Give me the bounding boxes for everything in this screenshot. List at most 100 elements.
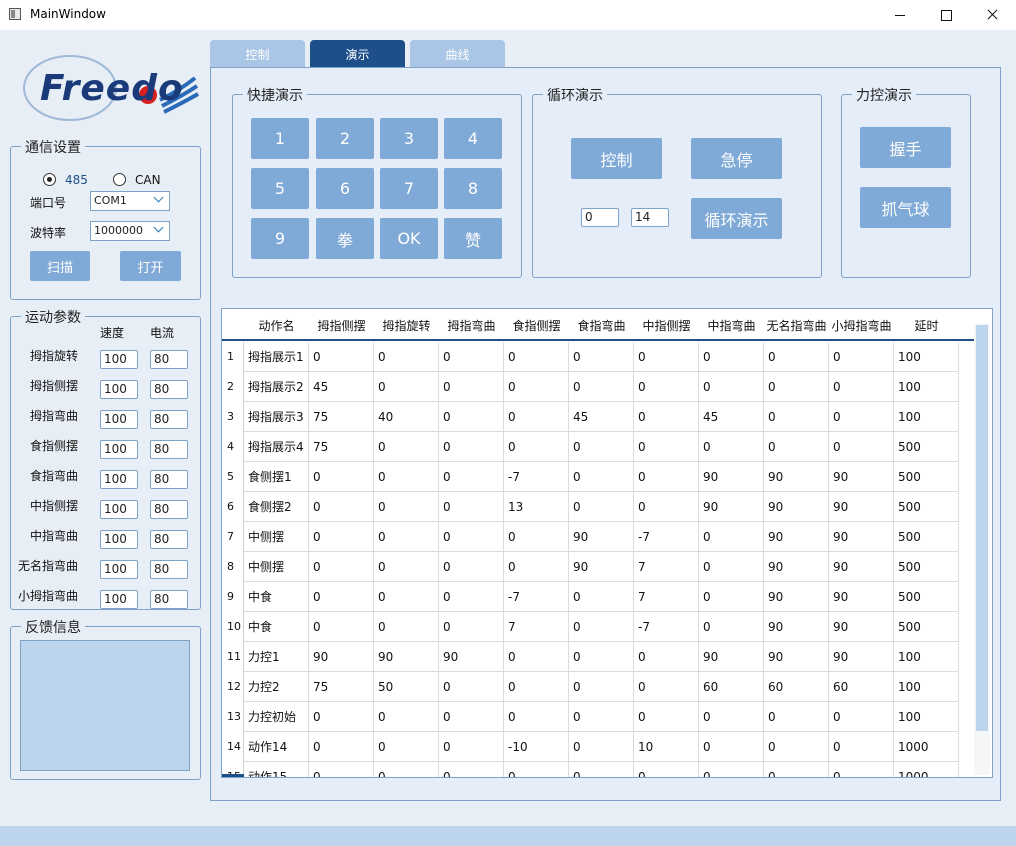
- table-cell[interactable]: -7: [504, 462, 569, 492]
- row-number[interactable]: 5: [222, 462, 244, 492]
- table-cell[interactable]: 食侧摆2: [244, 492, 309, 522]
- table-cell[interactable]: 100: [894, 372, 959, 402]
- table-column-header[interactable]: 拇指旋转: [374, 317, 439, 334]
- table-cell[interactable]: 90: [764, 462, 829, 492]
- quick-demo-button[interactable]: 9: [251, 218, 309, 259]
- table-cell[interactable]: 0: [634, 402, 699, 432]
- table-cell[interactable]: 0: [439, 462, 504, 492]
- loop-control-button[interactable]: 控制: [571, 138, 662, 179]
- table-cell[interactable]: 0: [504, 672, 569, 702]
- table-column-header[interactable]: 食指侧摆: [504, 317, 569, 334]
- table-row[interactable]: 14 动作14 0 0 0 -10 0 10 0 0 0 1000: [222, 732, 959, 762]
- table-cell[interactable]: 0: [569, 342, 634, 372]
- table-cell[interactable]: 0: [309, 552, 374, 582]
- table-cell[interactable]: 1000: [894, 732, 959, 762]
- row-number[interactable]: 11: [222, 642, 244, 672]
- table-cell[interactable]: 0: [504, 702, 569, 732]
- table-row[interactable]: 9 中食 0 0 0 -7 0 7 0 90 90 500: [222, 582, 959, 612]
- table-cell[interactable]: 90: [309, 642, 374, 672]
- table-cell[interactable]: 0: [829, 372, 894, 402]
- table-cell[interactable]: 90: [829, 462, 894, 492]
- table-cell[interactable]: 0: [374, 552, 439, 582]
- table-cell[interactable]: 90: [829, 492, 894, 522]
- current-input[interactable]: 80: [150, 380, 188, 399]
- table-cell[interactable]: 0: [634, 642, 699, 672]
- table-row[interactable]: 10 中食 0 0 0 7 0 -7 0 90 90 500: [222, 612, 959, 642]
- table-cell[interactable]: 0: [374, 732, 439, 762]
- quick-demo-button[interactable]: 3: [380, 118, 438, 159]
- table-cell[interactable]: 60: [764, 672, 829, 702]
- action-table[interactable]: 动作名 拇指侧摆 拇指旋转 拇指弯曲 食指侧摆 食指弯曲 中指侧摆 中指弯曲 无名指弯曲 小拇指弯…: [221, 308, 993, 778]
- table-row[interactable]: 3 拇指展示3 75 40 0 0 45 0 45 0 0 100: [222, 402, 959, 432]
- loop-end-input[interactable]: 14: [631, 208, 669, 227]
- table-cell[interactable]: 0: [634, 462, 699, 492]
- table-cell[interactable]: 0: [309, 462, 374, 492]
- table-column-header[interactable]: 动作名: [244, 317, 309, 334]
- table-cell[interactable]: 0: [634, 342, 699, 372]
- table-cell[interactable]: 0: [829, 402, 894, 432]
- quick-demo-button[interactable]: 1: [251, 118, 309, 159]
- row-number[interactable]: 14: [222, 732, 244, 762]
- table-cell[interactable]: 0: [374, 462, 439, 492]
- table-cell[interactable]: 500: [894, 582, 959, 612]
- table-cell[interactable]: 0: [764, 702, 829, 732]
- table-cell[interactable]: 0: [439, 432, 504, 462]
- table-cell[interactable]: 0: [764, 432, 829, 462]
- open-button[interactable]: 打开: [120, 251, 181, 281]
- table-cell[interactable]: 0: [829, 432, 894, 462]
- loop-demo-button[interactable]: 循环演示: [691, 198, 782, 239]
- table-cell[interactable]: 0: [309, 522, 374, 552]
- speed-input[interactable]: 100: [100, 560, 138, 579]
- close-button[interactable]: [969, 0, 1015, 30]
- table-cell[interactable]: 0: [309, 612, 374, 642]
- table-cell[interactable]: 90: [569, 522, 634, 552]
- table-cell[interactable]: 0: [504, 762, 569, 777]
- table-cell[interactable]: 0: [504, 642, 569, 672]
- table-cell[interactable]: 45: [309, 372, 374, 402]
- table-cell[interactable]: 90: [764, 492, 829, 522]
- table-cell[interactable]: 7: [634, 552, 699, 582]
- table-cell[interactable]: 0: [634, 492, 699, 522]
- handshake-button[interactable]: 握手: [860, 127, 951, 168]
- table-cell[interactable]: 力控2: [244, 672, 309, 702]
- table-cell[interactable]: 0: [374, 372, 439, 402]
- table-cell[interactable]: 0: [764, 402, 829, 432]
- table-row[interactable]: 1 拇指展示1 0 0 0 0 0 0 0 0 0 100: [222, 342, 959, 372]
- table-cell[interactable]: 0: [439, 582, 504, 612]
- table-cell[interactable]: 500: [894, 432, 959, 462]
- table-cell[interactable]: 0: [569, 642, 634, 672]
- table-column-header[interactable]: 拇指弯曲: [439, 317, 504, 334]
- table-row[interactable]: 13 力控初始 0 0 0 0 0 0 0 0 0 100: [222, 702, 959, 732]
- table-cell[interactable]: 60: [829, 672, 894, 702]
- table-cell[interactable]: 0: [374, 492, 439, 522]
- table-cell[interactable]: 0: [374, 582, 439, 612]
- table-column-header[interactable]: 食指弯曲: [569, 317, 634, 334]
- table-cell[interactable]: 0: [374, 522, 439, 552]
- table-row[interactable]: 12 力控2 75 50 0 0 0 0 60 60 60 100: [222, 672, 959, 702]
- quick-demo-button[interactable]: 8: [444, 168, 502, 209]
- table-cell[interactable]: 0: [764, 732, 829, 762]
- table-cell[interactable]: 0: [309, 702, 374, 732]
- table-cell[interactable]: 0: [829, 762, 894, 777]
- table-cell[interactable]: 0: [374, 612, 439, 642]
- table-cell[interactable]: 40: [374, 402, 439, 432]
- speed-input[interactable]: 100: [100, 470, 138, 489]
- current-input[interactable]: 80: [150, 590, 188, 609]
- table-cell[interactable]: 45: [569, 402, 634, 432]
- current-input[interactable]: 80: [150, 530, 188, 549]
- table-cell[interactable]: 10: [634, 732, 699, 762]
- loop-start-input[interactable]: 0: [581, 208, 619, 227]
- table-cell[interactable]: 100: [894, 402, 959, 432]
- table-cell[interactable]: 1000: [894, 762, 959, 777]
- table-cell[interactable]: 500: [894, 462, 959, 492]
- table-cell[interactable]: 0: [439, 492, 504, 522]
- quick-demo-button[interactable]: 7: [380, 168, 438, 209]
- table-cell[interactable]: 0: [439, 552, 504, 582]
- speed-input[interactable]: 100: [100, 590, 138, 609]
- table-cell[interactable]: 90: [764, 522, 829, 552]
- table-cell[interactable]: 90: [829, 522, 894, 552]
- table-cell[interactable]: 0: [634, 702, 699, 732]
- row-number[interactable]: 7: [222, 522, 244, 552]
- current-input[interactable]: 80: [150, 440, 188, 459]
- table-cell[interactable]: 500: [894, 522, 959, 552]
